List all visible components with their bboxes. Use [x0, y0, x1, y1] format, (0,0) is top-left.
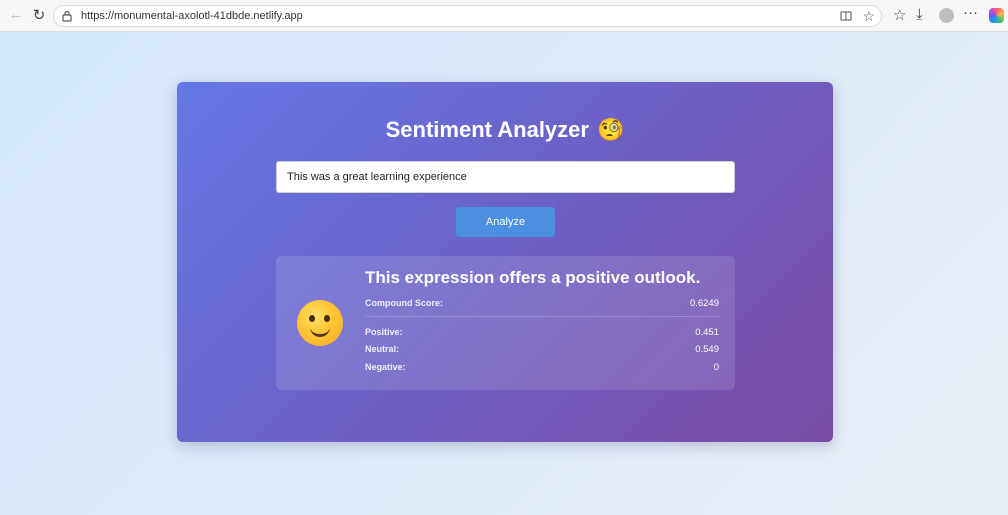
downloads-icon[interactable]: ⤓: [916, 6, 923, 23]
neutral-score-row: Neutral: 0.549: [365, 344, 719, 358]
back-icon[interactable]: ←: [7, 6, 25, 23]
positive-score-row: Positive: 0.451: [365, 327, 719, 341]
neutral-value: 0.549: [695, 344, 719, 355]
page-title: Sentiment Analyzer 🧐: [177, 117, 833, 143]
compound-value: 0.6249: [689, 298, 719, 309]
result-panel: This expression offers a positive outloo…: [276, 256, 735, 390]
negative-score-row: Negative: 0: [365, 362, 719, 376]
reload-icon[interactable]: ↻: [30, 6, 48, 24]
browser-toolbar: ← ↻ https://monumental-axolotl-41dbde.ne…: [0, 0, 1008, 32]
address-bar[interactable]: https://monumental-axolotl-41dbde.netlif…: [53, 5, 882, 27]
positive-value: 0.451: [695, 327, 719, 338]
title-text: Sentiment Analyzer: [385, 117, 589, 142]
page-background: Sentiment Analyzer 🧐 Analyze This express…: [0, 32, 1008, 515]
positive-label: Positive:: [365, 327, 403, 337]
analyze-button[interactable]: Analyze: [456, 207, 555, 237]
smiling-face-icon: [297, 300, 343, 346]
copilot-icon[interactable]: [989, 8, 1004, 23]
url-text[interactable]: https://monumental-axolotl-41dbde.netlif…: [81, 10, 303, 22]
profile-avatar[interactable]: [939, 8, 954, 23]
compound-score-row: Compound Score: 0.6249: [365, 298, 719, 312]
more-icon[interactable]: ···: [963, 4, 978, 21]
favorite-star-icon[interactable]: ☆: [862, 8, 875, 25]
site-info-icon[interactable]: [60, 9, 74, 23]
sentence-input[interactable]: [276, 161, 735, 193]
analyzer-card: Sentiment Analyzer 🧐 Analyze This express…: [177, 82, 833, 442]
divider: [365, 316, 719, 317]
neutral-label: Neutral:: [365, 344, 400, 354]
monocle-face-icon: 🧐: [596, 117, 625, 142]
compound-label: Compound Score:: [365, 298, 443, 308]
negative-value: 0: [713, 362, 719, 373]
sentiment-verdict: This expression offers a positive outloo…: [365, 268, 701, 287]
split-screen-icon[interactable]: [839, 9, 853, 23]
favorites-icon[interactable]: ☆: [893, 6, 906, 24]
negative-label: Negative:: [365, 362, 406, 372]
